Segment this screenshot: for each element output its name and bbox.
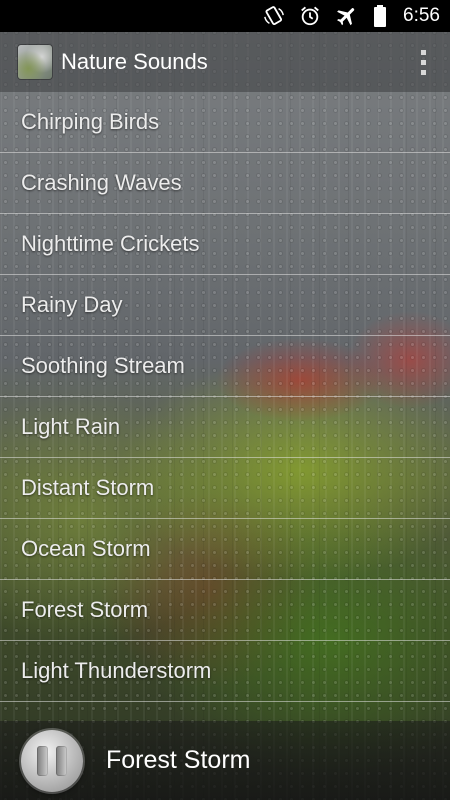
- list-item-label: Crashing Waves: [21, 170, 182, 195]
- battery-icon: [373, 4, 387, 28]
- now-playing-title: Forest Storm: [106, 746, 251, 774]
- pause-icon: [56, 745, 67, 776]
- list-item-distant-storm[interactable]: Distant Storm: [0, 458, 450, 519]
- list-item-label: Light Thunderstorm: [21, 658, 212, 683]
- list-item-light-thunderstorm[interactable]: Light Thunderstorm: [0, 641, 450, 702]
- pause-icon: [37, 745, 48, 776]
- list-item-soothing-stream[interactable]: Soothing Stream: [0, 336, 450, 397]
- list-item-label: Forest Storm: [21, 597, 149, 622]
- list-item-label: Distant Storm: [21, 475, 155, 500]
- action-bar: Nature Sounds: [0, 32, 450, 92]
- list-item-crashing-waves[interactable]: Crashing Waves: [0, 153, 450, 214]
- list-item-chirping-birds[interactable]: Chirping Birds: [0, 92, 450, 153]
- more-vert-icon[interactable]: [403, 32, 443, 92]
- sound-list: Chirping Birds Crashing Waves Nighttime …: [0, 92, 450, 702]
- list-item-label: Light Rain: [21, 414, 121, 439]
- list-item-label: Nighttime Crickets: [21, 231, 200, 256]
- list-item-ocean-storm[interactable]: Ocean Storm: [0, 519, 450, 580]
- app-logo-icon[interactable]: [18, 45, 52, 79]
- list-item-rainy-day[interactable]: Rainy Day: [0, 275, 450, 336]
- alarm-icon: [299, 5, 321, 27]
- list-item-nighttime-crickets[interactable]: Nighttime Crickets: [0, 214, 450, 275]
- screen-rotation-icon: [263, 5, 285, 27]
- list-item-forest-storm[interactable]: Forest Storm: [0, 580, 450, 641]
- status-bar: 6:56: [0, 0, 450, 32]
- list-item-light-rain[interactable]: Light Rain: [0, 397, 450, 458]
- now-playing-bar: Forest Storm: [0, 721, 450, 800]
- status-time: 6:56: [403, 5, 440, 26]
- pause-button[interactable]: [21, 729, 83, 792]
- list-item-label: Rainy Day: [21, 292, 123, 317]
- app-title: Nature Sounds: [61, 49, 208, 74]
- airplane-mode-icon: [335, 4, 359, 28]
- list-item-label: Soothing Stream: [21, 353, 185, 378]
- list-item-label: Chirping Birds: [21, 109, 160, 134]
- list-item-label: Ocean Storm: [21, 536, 151, 561]
